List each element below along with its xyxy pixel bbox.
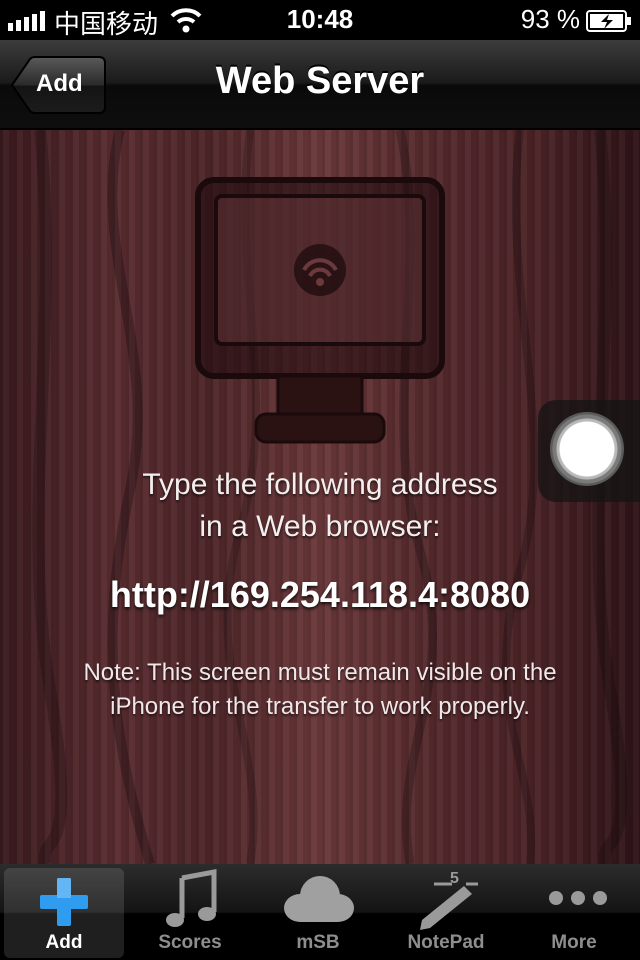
tab-notepad[interactable]: 5 NotePad — [386, 868, 506, 958]
page-title: Web Server — [215, 60, 425, 102]
monitor-wifi-icon — [195, 177, 445, 444]
notepad-badge: 5 — [450, 870, 459, 887]
note-line-2: iPhone for the transfer to work properly… — [110, 693, 530, 720]
tab-more-label: More — [551, 932, 597, 953]
assistive-touch-icon[interactable] — [538, 400, 640, 502]
server-address: http://169.254.118.4:8080 — [109, 574, 531, 615]
cloud-icon — [284, 876, 354, 922]
tab-scores-label: Scores — [158, 932, 222, 953]
music-note-icon — [166, 868, 217, 927]
tab-bar: Add Scores mSB 5 NotePad More — [0, 864, 640, 960]
web-server-content: Type the following address in a Web brow… — [0, 130, 640, 864]
battery-charging-icon — [586, 10, 631, 32]
tab-msb-label: mSB — [296, 932, 340, 953]
more-dots-icon — [549, 891, 607, 905]
tab-notepad-label: NotePad — [407, 932, 485, 953]
plus-icon — [40, 878, 88, 926]
assistive-touch-ring — [550, 412, 624, 486]
battery-percent: 93 % — [520, 4, 580, 34]
navigation-bar: Add Web Server — [0, 40, 640, 130]
tab-scores[interactable]: Scores — [130, 868, 250, 958]
tab-add-label: Add — [45, 932, 83, 953]
status-bar: 中国移动 10:48 93 % — [0, 0, 640, 40]
tab-add[interactable]: Add — [4, 868, 124, 958]
tab-msb[interactable]: mSB — [258, 868, 378, 958]
pencil-icon — [420, 882, 478, 930]
tab-more[interactable]: More — [514, 868, 634, 958]
note-text: Note: This screen must remain visible on… — [40, 656, 600, 724]
instruction-line-2: in a Web browser: — [199, 510, 441, 543]
note-line-1: Note: This screen must remain visible on… — [83, 659, 557, 686]
